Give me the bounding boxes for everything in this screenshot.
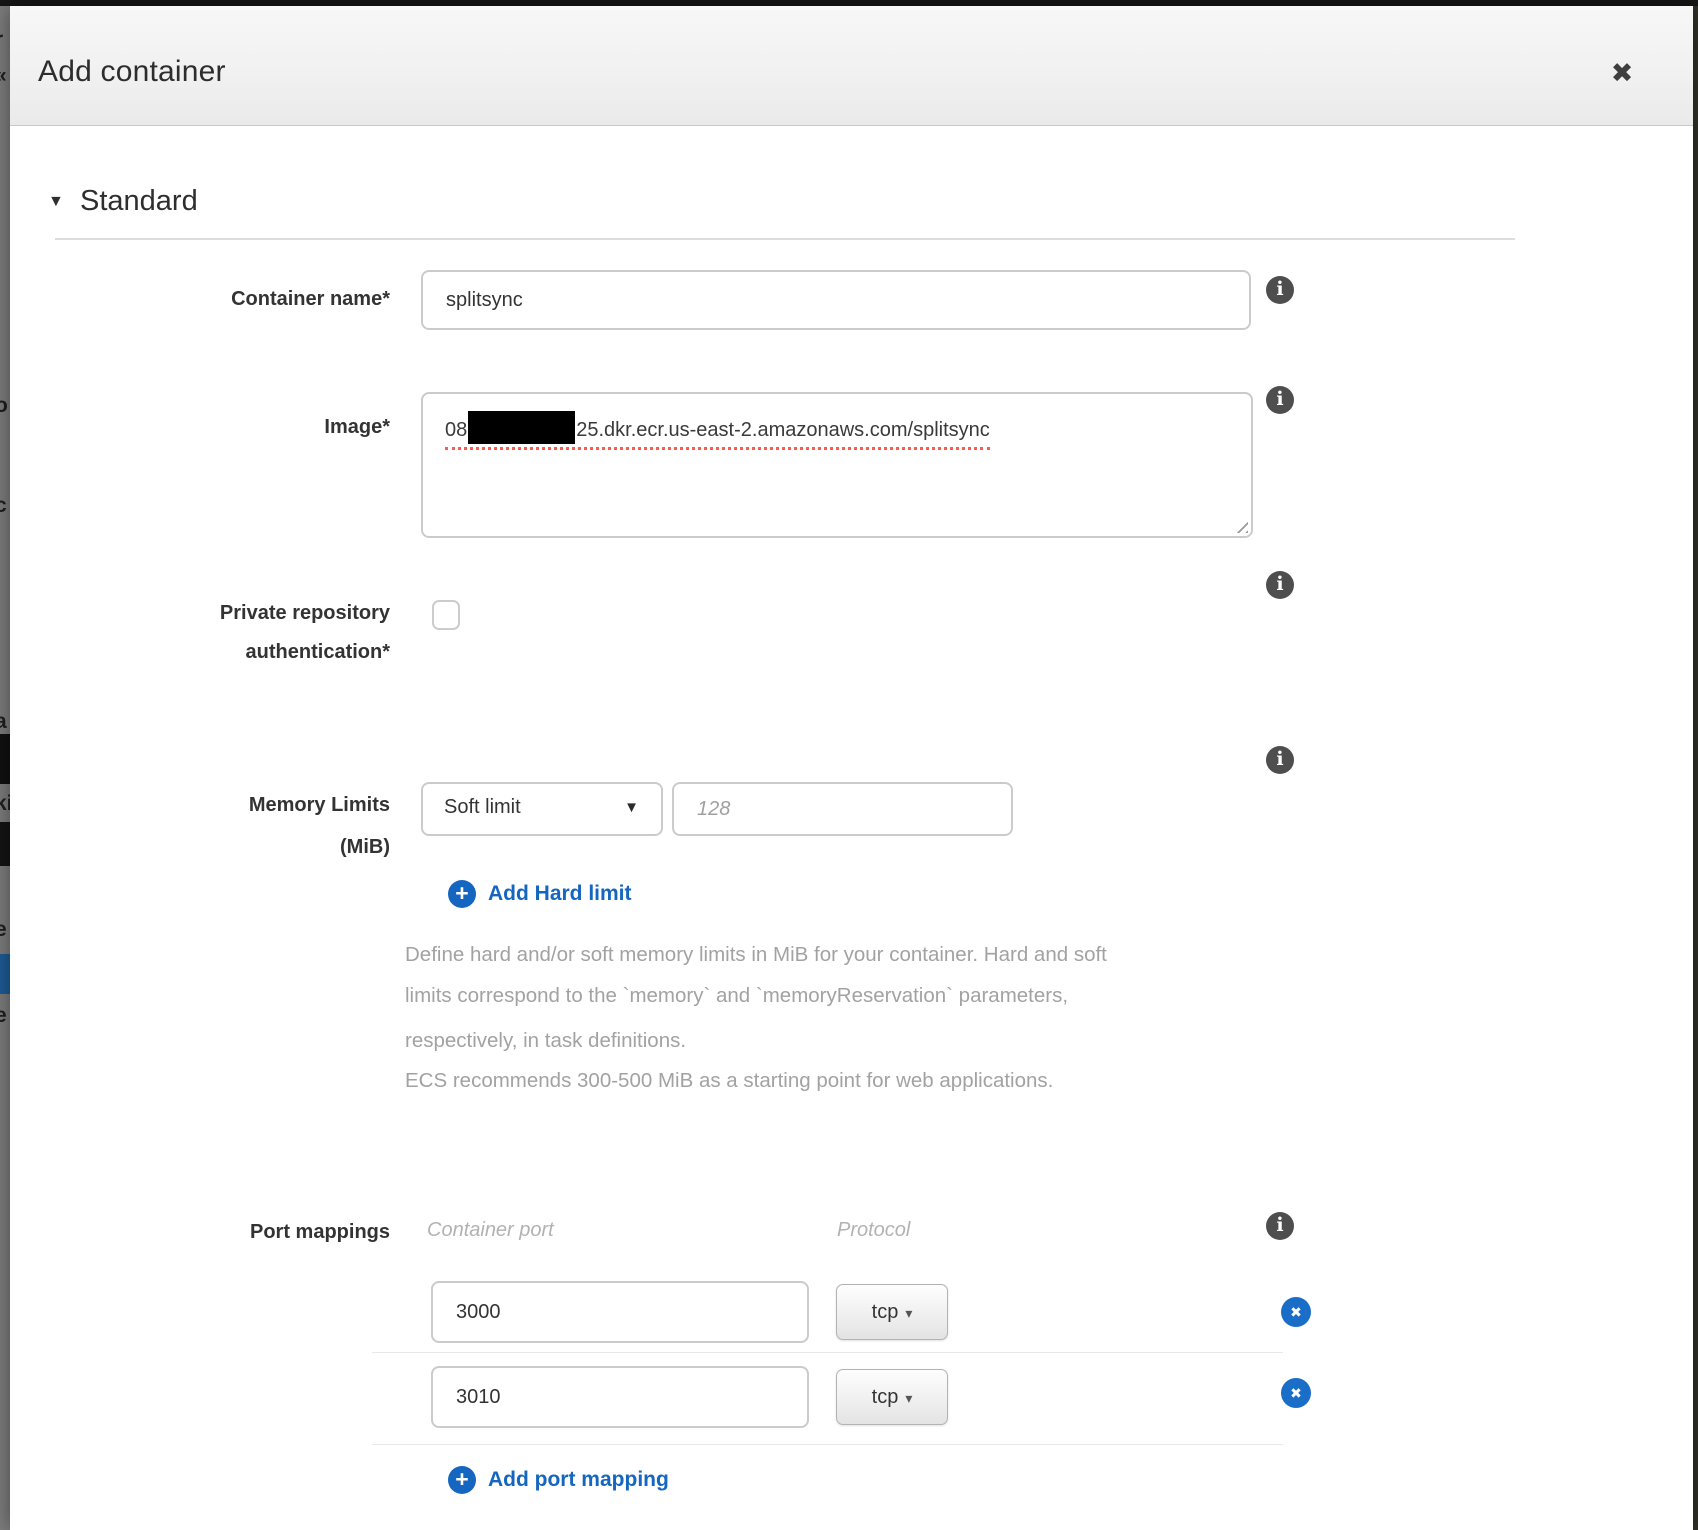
protocol-value: tcp — [872, 1386, 899, 1408]
edge-text-fragment: a — [0, 710, 10, 734]
edge-text-fragment: « — [0, 64, 10, 88]
caret-down-icon: ▾ — [905, 1305, 912, 1321]
background-page-edge: r « o c a ki e e — [0, 6, 10, 1530]
image-value-prefix: 08 — [445, 419, 467, 441]
edge-text-fragment: ki — [0, 792, 10, 816]
dialog-title: Add container — [38, 55, 226, 89]
edge-image-fragment — [0, 734, 10, 784]
image-label: Image* — [40, 416, 390, 439]
memory-limits-label-line2: (MiB) — [40, 836, 390, 859]
add-plus-icon[interactable]: + — [448, 880, 476, 908]
memory-help-text: ECS recommends 300-500 MiB as a starting… — [405, 1069, 1053, 1093]
container-name-label: Container name* — [40, 288, 390, 311]
remove-port-mapping-icon[interactable]: ✖ — [1281, 1297, 1311, 1327]
protocol-select[interactable]: tcp ▾ — [836, 1284, 948, 1340]
memory-limits-label-line1: Memory Limits — [40, 794, 390, 817]
info-icon[interactable]: i — [1266, 746, 1294, 774]
image-input[interactable]: 08 25.dkr.ecr.us-east-2.amazonaws.com/spl… — [421, 392, 1253, 538]
private-repo-checkbox[interactable] — [432, 600, 460, 630]
memory-limit-type-value: Soft limit — [444, 796, 521, 819]
private-repo-label-line1: Private repository — [40, 602, 390, 625]
info-icon[interactable]: i — [1266, 571, 1294, 599]
image-value: 08 25.dkr.ecr.us-east-2.amazonaws.com/spl… — [445, 411, 990, 450]
port-mappings-label: Port mappings — [40, 1221, 390, 1244]
column-header-protocol: Protocol — [837, 1219, 910, 1242]
background-right-edge — [1693, 6, 1698, 1530]
caret-down-icon: ▾ — [905, 1390, 912, 1406]
screen: r « o c a ki e e Add container ✖ ▼ Stand… — [0, 0, 1698, 1530]
image-value-suffix: 25.dkr.ecr.us-east-2.amazonaws.com/split… — [576, 419, 990, 441]
collapse-caret-icon[interactable]: ▼ — [48, 193, 64, 211]
add-plus-icon[interactable]: + — [448, 1466, 476, 1494]
edge-image-fragment — [0, 822, 10, 866]
column-header-container-port: Container port — [427, 1219, 554, 1242]
memory-limit-type-select[interactable]: Soft limit ▼ — [421, 782, 663, 836]
memory-help-text: respectively, in task definitions. — [405, 1029, 686, 1053]
edge-text-fragment: c — [0, 494, 10, 518]
section-divider — [55, 238, 1515, 240]
edge-text-fragment: e — [0, 1004, 10, 1028]
add-hard-limit-link[interactable]: Add Hard limit — [488, 882, 632, 906]
info-icon[interactable]: i — [1266, 1212, 1294, 1240]
add-port-mapping-link[interactable]: Add port mapping — [488, 1468, 669, 1492]
row-divider — [372, 1352, 1283, 1353]
edge-text-fragment: e — [0, 918, 10, 942]
protocol-select[interactable]: tcp ▾ — [836, 1369, 948, 1425]
container-name-input[interactable] — [421, 270, 1251, 330]
resize-handle-icon[interactable] — [1231, 516, 1248, 533]
remove-port-mapping-icon[interactable]: ✖ — [1281, 1378, 1311, 1408]
redaction-box — [468, 411, 575, 444]
private-repo-label-line2: authentication* — [40, 641, 390, 664]
protocol-value: tcp — [872, 1301, 899, 1323]
memory-help-text: limits correspond to the `memory` and `m… — [405, 984, 1068, 1008]
section-title: Standard — [80, 185, 198, 218]
edge-text-fragment: r — [0, 28, 10, 52]
select-caret-icon: ▼ — [624, 799, 639, 816]
memory-help-text: Define hard and/or soft memory limits in… — [405, 943, 1107, 967]
container-port-input[interactable] — [431, 1366, 809, 1428]
container-port-input[interactable] — [431, 1281, 809, 1343]
memory-limit-value-input[interactable] — [672, 782, 1013, 836]
info-icon[interactable]: i — [1266, 386, 1294, 414]
edge-text-fragment: o — [0, 394, 10, 418]
info-icon[interactable]: i — [1266, 276, 1294, 304]
row-divider — [372, 1444, 1283, 1445]
close-icon[interactable]: ✖ — [1600, 52, 1644, 94]
edge-button-fragment — [0, 954, 10, 994]
dialog-header — [10, 6, 1693, 126]
